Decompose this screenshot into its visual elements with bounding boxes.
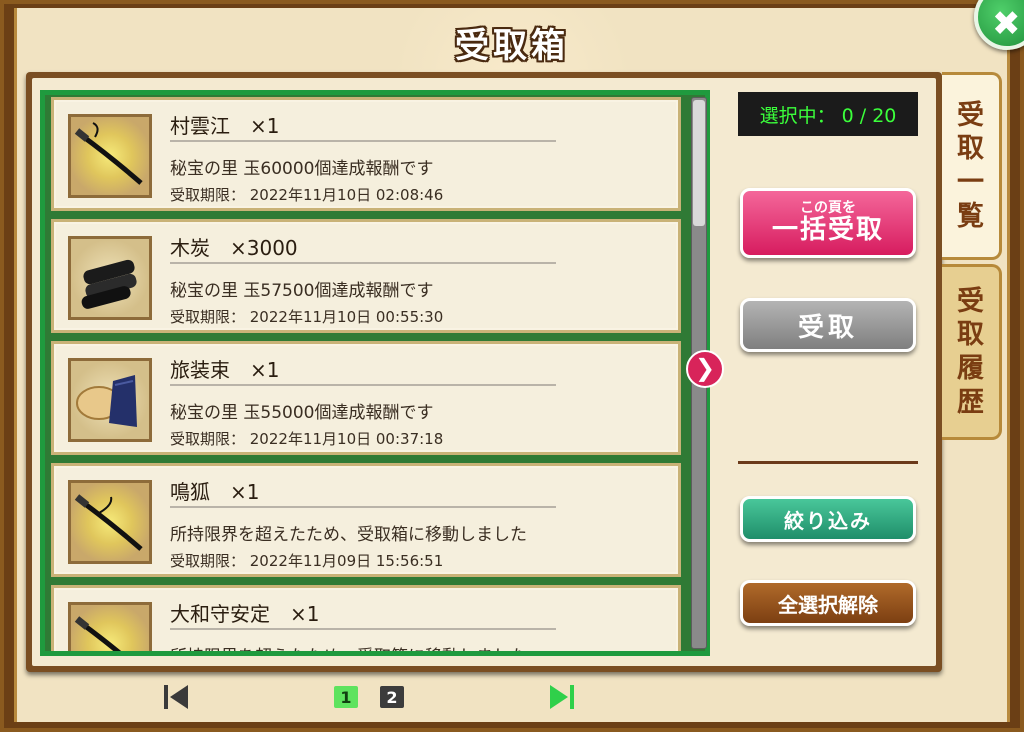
item-list: 村雲江 ×1 秘宝の里 玉60000個達成報酬です 受取期限： 2022年11月… bbox=[40, 90, 710, 656]
tab-receive-history[interactable]: 受 取 履 歴 bbox=[942, 264, 1002, 440]
selected-counter: 選択中： 0 / 20 bbox=[738, 92, 918, 136]
item-expiry: 受取期限： 2022年11月10日 02:08:46 bbox=[170, 186, 444, 204]
receive-button[interactable]: 受取 bbox=[740, 298, 916, 352]
item-thumbnail bbox=[68, 236, 152, 320]
item-description: 秘宝の里 玉57500個達成報酬です bbox=[170, 281, 434, 301]
scrollbar-thumb[interactable] bbox=[693, 100, 705, 226]
item-divider bbox=[170, 628, 556, 630]
item-name: 村雲江 ×1 bbox=[170, 114, 280, 138]
list-item[interactable]: 村雲江 ×1 秘宝の里 玉60000個達成報酬です 受取期限： 2022年11月… bbox=[51, 97, 681, 211]
item-name: 木炭 ×3000 bbox=[170, 236, 298, 260]
list-item[interactable]: 鳴狐 ×1 所持限界を超えたため、受取箱に移動しました 受取期限： 2022年1… bbox=[51, 463, 681, 577]
item-name: 大和守安定 ×1 bbox=[170, 602, 320, 626]
item-thumbnail bbox=[68, 358, 152, 442]
item-expiry: 受取期限： 2022年11月09日 15:56:51 bbox=[170, 552, 444, 570]
list-item[interactable]: 旅装束 ×1 秘宝の里 玉55000個達成報酬です 受取期限： 2022年11月… bbox=[51, 341, 681, 455]
charcoal-icon bbox=[81, 259, 137, 309]
controls-divider bbox=[738, 461, 918, 464]
item-list-viewport: 村雲江 ×1 秘宝の里 玉60000個達成報酬です 受取期限： 2022年11月… bbox=[45, 95, 685, 651]
bulk-receive-button[interactable]: この頁を 一括受取 bbox=[740, 188, 916, 258]
travel-outfit-icon bbox=[76, 375, 137, 427]
item-thumbnail bbox=[68, 114, 152, 198]
bulk-receive-label: 一括受取 bbox=[771, 215, 884, 246]
filter-button[interactable]: 絞り込み bbox=[740, 496, 916, 542]
skip-last-icon bbox=[550, 685, 574, 709]
item-thumbnail bbox=[68, 480, 152, 564]
item-name: 旅装束 ×1 bbox=[170, 358, 280, 382]
next-page-arrow[interactable]: ❯ bbox=[686, 350, 724, 388]
tab-receive-list[interactable]: 受 取 一 覧 bbox=[942, 72, 1002, 260]
tab-char: 取 bbox=[957, 133, 984, 165]
tab-char: 受 bbox=[957, 99, 984, 131]
item-name: 鳴狐 ×1 bbox=[170, 480, 260, 504]
item-description: 秘宝の里 玉55000個達成報酬です bbox=[170, 403, 434, 423]
page-number-1[interactable]: 1 bbox=[334, 686, 358, 708]
page-number-2[interactable]: 2 bbox=[380, 686, 404, 708]
item-description: 所持限界を超えたため、受取箱に移動しました bbox=[170, 525, 527, 545]
item-thumbnail bbox=[68, 602, 152, 651]
skip-first-icon bbox=[164, 685, 188, 709]
item-expiry: 受取期限： 2022年11月10日 00:55:30 bbox=[170, 308, 444, 326]
tab-char: 受 bbox=[957, 285, 984, 317]
last-page-button[interactable] bbox=[546, 682, 576, 712]
first-page-button[interactable] bbox=[162, 682, 192, 712]
list-item[interactable]: 大和守安定 ×1 所持限界を超えたため、受取箱に移動しました bbox=[51, 585, 681, 651]
sword-icon bbox=[74, 616, 122, 651]
tab-char: 取 bbox=[957, 319, 984, 351]
tab-char: 覧 bbox=[957, 200, 984, 232]
sword-icon bbox=[74, 494, 143, 551]
item-divider bbox=[170, 506, 556, 508]
deselect-all-button[interactable]: 全選択解除 bbox=[740, 580, 916, 626]
item-divider bbox=[170, 262, 556, 264]
sword-icon bbox=[74, 122, 143, 185]
tab-char: 履 bbox=[957, 353, 984, 384]
page-title: 受取箱 bbox=[455, 26, 569, 66]
list-item[interactable]: 木炭 ×3000 秘宝の里 玉57500個達成報酬です 受取期限： 2022年1… bbox=[51, 219, 681, 333]
item-description: 秘宝の里 玉60000個達成報酬です bbox=[170, 159, 434, 179]
close-icon: ✖ bbox=[992, 4, 1021, 44]
chevron-right-icon: ❯ bbox=[694, 354, 716, 382]
item-description: 所持限界を超えたため、受取箱に移動しました bbox=[170, 642, 527, 651]
tab-char: 一 bbox=[957, 167, 984, 198]
item-expiry: 受取期限： 2022年11月10日 00:37:18 bbox=[170, 430, 444, 448]
item-divider bbox=[170, 140, 556, 142]
item-divider bbox=[170, 384, 556, 386]
tab-char: 歴 bbox=[957, 386, 984, 418]
